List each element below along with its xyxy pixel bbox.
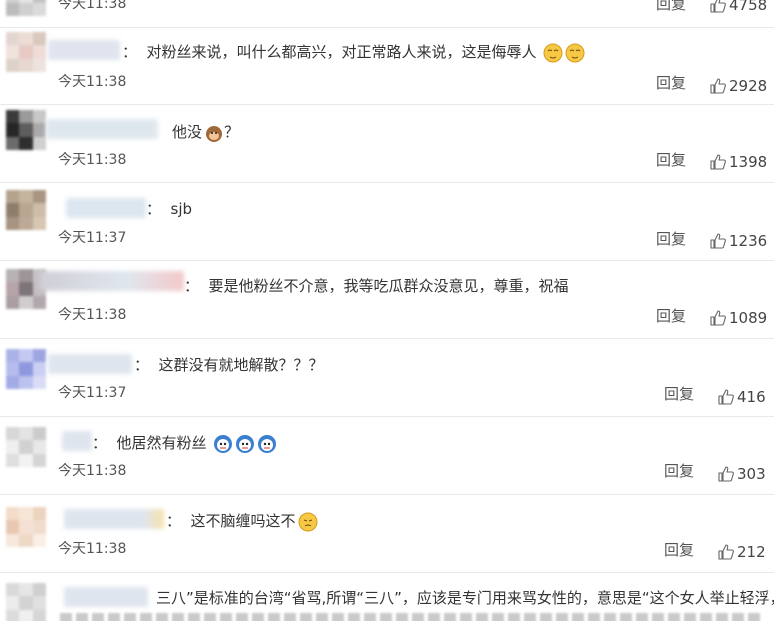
avatar[interactable] — [6, 0, 46, 16]
comment-text: ： 要是他粉丝不介意，我等吃瓜群众没意见，尊重，祝福 — [184, 277, 569, 295]
username[interactable] — [62, 431, 92, 451]
avatar[interactable] — [6, 583, 46, 621]
avatar[interactable] — [6, 427, 46, 467]
like-count: 1236 — [729, 232, 768, 250]
comment-text-overflow — [60, 613, 760, 621]
like-count: 4758 — [729, 0, 768, 14]
doge-emoji-icon — [258, 434, 277, 453]
avatar[interactable] — [6, 349, 46, 389]
comment-text: ： 他居然有粉丝 — [92, 433, 277, 454]
comment-row: 三八”是标准的台湾“省骂,所谓“三八”，应该是专门用来骂女性的，意思是“这个女人… — [0, 573, 774, 621]
username[interactable] — [46, 119, 158, 139]
username[interactable] — [40, 271, 184, 291]
comment-text: ： 这群没有就地解散？？？ — [134, 356, 324, 374]
like-button[interactable]: 303 — [718, 464, 766, 484]
avatar[interactable] — [6, 190, 46, 230]
comment-row: 他没？ 今天11:38 回复 1398 — [0, 105, 774, 182]
thumb-up-icon — [710, 0, 726, 13]
avatar[interactable] — [6, 32, 46, 72]
like-count: 212 — [737, 543, 766, 561]
reply-button[interactable]: 回复 — [656, 150, 686, 170]
comment-row: 今天11:38 回复 4758 — [0, 0, 774, 27]
reply-button[interactable]: 回复 — [656, 306, 686, 326]
comment-row: ： sjb 今天11:37 回复 1236 — [0, 183, 774, 260]
comment-text: ： 对粉丝来说，叫什么都高兴，对正常路人来说，这是侮辱人 — [122, 42, 585, 63]
comment-text: 他没？ — [172, 123, 240, 142]
reply-button[interactable]: 回复 — [664, 461, 694, 481]
like-button[interactable]: 1398 — [710, 152, 767, 172]
comment-time: 今天11:37 — [58, 230, 127, 246]
username[interactable] — [64, 587, 148, 607]
doge-emoji-icon — [236, 434, 255, 453]
reply-button[interactable]: 回复 — [664, 540, 694, 560]
comment-text: ： 这不脑缠吗这不 — [166, 511, 318, 532]
comment-time: 今天11:38 — [58, 0, 127, 12]
reply-button[interactable]: 回复 — [656, 229, 686, 249]
comment-row: ： 这群没有就地解散？？？ 今天11:37 回复 416 — [0, 339, 774, 416]
username[interactable] — [66, 198, 146, 218]
like-count: 416 — [737, 388, 766, 406]
like-count: 2928 — [729, 77, 768, 95]
thumb-up-icon — [710, 310, 726, 326]
like-button[interactable]: 2928 — [710, 76, 767, 96]
username[interactable] — [48, 40, 120, 60]
like-button[interactable]: 416 — [718, 387, 766, 407]
thumb-up-icon — [718, 466, 734, 482]
comment-row: ： 这不脑缠吗这不 今天11:38 回复 212 — [0, 495, 774, 572]
avatar[interactable] — [6, 110, 46, 150]
username[interactable] — [64, 509, 164, 529]
like-count: 1089 — [729, 309, 768, 327]
smirk-emoji-icon — [565, 43, 585, 62]
like-button[interactable]: 4758 — [710, 0, 767, 15]
like-button[interactable]: 1236 — [710, 231, 767, 251]
reply-button[interactable]: 回复 — [656, 0, 686, 14]
avatar[interactable] — [6, 507, 46, 547]
comment-row: ： 要是他粉丝不介意，我等吃瓜群众没意见，尊重，祝福 今天11:38 回复 10… — [0, 261, 774, 338]
monkey-emoji-icon — [206, 125, 223, 142]
thumb-up-icon — [710, 154, 726, 170]
comment-text: ： sjb — [146, 200, 193, 218]
thumb-up-icon — [710, 78, 726, 94]
comment-row: ： 对粉丝来说，叫什么都高兴，对正常路人来说，这是侮辱人 今天11:38 回复 … — [0, 28, 774, 105]
like-button[interactable]: 212 — [718, 542, 766, 562]
reply-button[interactable]: 回复 — [656, 73, 686, 93]
comment-time: 今天11:37 — [58, 385, 127, 401]
comment-time: 今天11:38 — [58, 463, 127, 479]
like-count: 303 — [737, 465, 766, 483]
thumb-up-icon — [718, 389, 734, 405]
like-count: 1398 — [729, 153, 768, 171]
thumb-up-icon — [718, 544, 734, 560]
comment-time: 今天11:38 — [58, 541, 127, 557]
doge-emoji-icon — [214, 434, 233, 453]
comment-text: 三八”是标准的台湾“省骂,所谓“三八”，应该是专门用来骂女性的，意思是“这个女人… — [156, 589, 774, 607]
comment-time: 今天11:38 — [58, 152, 127, 168]
reply-button[interactable]: 回复 — [664, 384, 694, 404]
smirk-emoji-icon — [543, 43, 563, 62]
comment-time: 今天11:38 — [58, 74, 127, 90]
username[interactable] — [48, 354, 132, 374]
like-button[interactable]: 1089 — [710, 308, 767, 328]
dizzy-emoji-icon — [298, 512, 318, 531]
comment-time: 今天11:38 — [58, 307, 127, 323]
thumb-up-icon — [710, 233, 726, 249]
comment-row: ： 他居然有粉丝 今天11:38 回复 303 — [0, 417, 774, 494]
